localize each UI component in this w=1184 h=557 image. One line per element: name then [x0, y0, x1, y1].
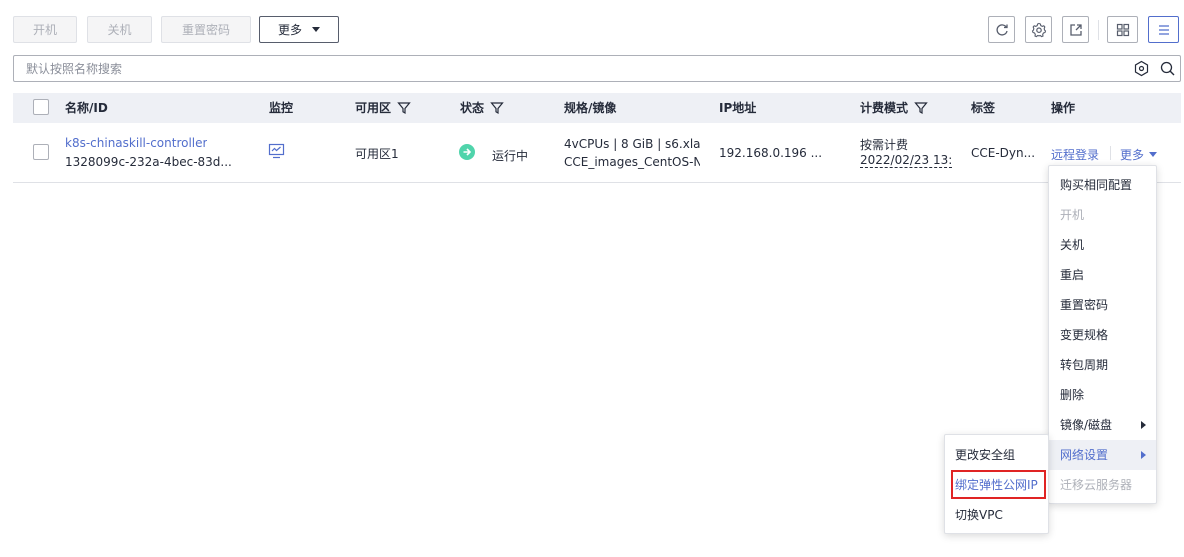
header-actions: 操作 — [1051, 101, 1076, 115]
filter-icon[interactable] — [490, 101, 504, 115]
status-text: 运行中 — [492, 149, 529, 163]
select-all-checkbox[interactable] — [33, 99, 49, 115]
refresh-button[interactable] — [988, 16, 1015, 43]
image-line: CCE_images_CentOS-Noc — [564, 155, 700, 169]
list-view-button[interactable] — [1148, 16, 1179, 43]
instance-id: 1328099c-232a-4bec-83d... — [65, 155, 232, 169]
power-off-button[interactable]: 关机 — [87, 16, 152, 43]
menu-item-image-disk[interactable]: 镜像/磁盘 — [1049, 410, 1156, 440]
menu-item-network-settings-label: 网络设置 — [1060, 448, 1109, 462]
menu-item-power-on[interactable]: 开机 — [1049, 200, 1156, 230]
remote-login-link[interactable]: 远程登录 — [1051, 146, 1099, 163]
settings-button[interactable] — [1025, 16, 1052, 43]
refresh-icon — [995, 23, 1008, 36]
billing-date[interactable]: 2022/02/23 13:... — [860, 153, 952, 168]
menu-item-power-off[interactable]: 关机 — [1049, 230, 1156, 260]
submenu-item-switch-vpc[interactable]: 切换VPC — [945, 500, 1048, 530]
billing-mode: 按需计费 — [860, 138, 909, 152]
row-more-label: 更多 — [1120, 148, 1145, 162]
header-status: 状态 — [460, 93, 504, 123]
more-actions-menu: 购买相同配置 开机 关机 重启 重置密码 变更规格 转包周期 删除 镜像/磁盘 … — [1048, 165, 1157, 504]
search-bar — [13, 55, 1181, 82]
highlight-box — [951, 470, 1046, 499]
header-monitor: 监控 — [269, 101, 294, 115]
export-button[interactable] — [1062, 16, 1089, 43]
header-tags: 标签 — [971, 101, 996, 115]
menu-item-reset-password[interactable]: 重置密码 — [1049, 290, 1156, 320]
row-checkbox[interactable] — [33, 144, 49, 160]
search-icon[interactable] — [1159, 60, 1176, 77]
ip-address: 192.168.0.196 ... — [719, 146, 823, 160]
submenu-item-change-security-group[interactable]: 更改安全组 — [945, 440, 1048, 470]
header-billing: 计费模式 — [860, 93, 928, 123]
export-icon — [1069, 23, 1082, 36]
more-actions-label: 更多 — [277, 23, 302, 37]
chevron-down-icon — [312, 27, 320, 32]
menu-item-migrate[interactable]: 迁移云服务器 — [1049, 470, 1156, 500]
toolbar-divider — [1098, 20, 1099, 40]
list-icon — [1158, 24, 1169, 35]
header-az: 可用区 — [355, 93, 411, 123]
menu-item-delete[interactable]: 删除 — [1049, 380, 1156, 410]
card-view-button[interactable] — [1107, 16, 1138, 43]
chevron-right-icon — [1141, 421, 1146, 429]
menu-item-buy-same[interactable]: 购买相同配置 — [1049, 170, 1156, 200]
chevron-right-icon — [1141, 451, 1146, 459]
filter-icon[interactable] — [397, 101, 411, 115]
menu-item-restart[interactable]: 重启 — [1049, 260, 1156, 290]
header-ip: IP地址 — [719, 101, 757, 115]
instance-name-link[interactable]: k8s-chinaskill-controller — [65, 136, 207, 150]
running-status-icon — [459, 144, 475, 160]
table-row: k8s-chinaskill-controller 1328099c-232a-… — [13, 123, 1181, 183]
search-input[interactable] — [14, 56, 1114, 81]
menu-item-to-yearly[interactable]: 转包周期 — [1049, 350, 1156, 380]
more-actions-dropdown[interactable]: 更多 — [259, 16, 339, 43]
header-spec: 规格/镜像 — [564, 101, 617, 115]
tag-filter-icon[interactable] — [1133, 60, 1150, 77]
menu-item-network-settings[interactable]: 网络设置 — [1049, 440, 1156, 470]
availability-zone: 可用区1 — [355, 147, 399, 161]
row-more-dropdown[interactable]: 更多 — [1120, 146, 1158, 163]
gear-icon — [1031, 22, 1046, 37]
monitor-icon[interactable] — [268, 143, 285, 159]
reset-password-button[interactable]: 重置密码 — [161, 16, 251, 43]
table-header: 名称/ID 监控 可用区 状态 规格/镜像 IP地址 计费模式 标签 操作 — [13, 93, 1181, 123]
action-divider — [1110, 146, 1111, 160]
header-name: 名称/ID — [65, 101, 108, 115]
menu-item-change-spec[interactable]: 变更规格 — [1049, 320, 1156, 350]
menu-item-image-disk-label: 镜像/磁盘 — [1060, 418, 1113, 432]
filter-icon[interactable] — [914, 101, 928, 115]
spec-line: 4vCPUs | 8 GiB | s6.xlar... — [564, 137, 700, 151]
tags-value: CCE-Dyn... — [971, 146, 1036, 160]
grid-icon — [1116, 23, 1129, 36]
power-on-button[interactable]: 开机 — [13, 16, 77, 43]
chevron-down-icon — [1149, 152, 1158, 157]
